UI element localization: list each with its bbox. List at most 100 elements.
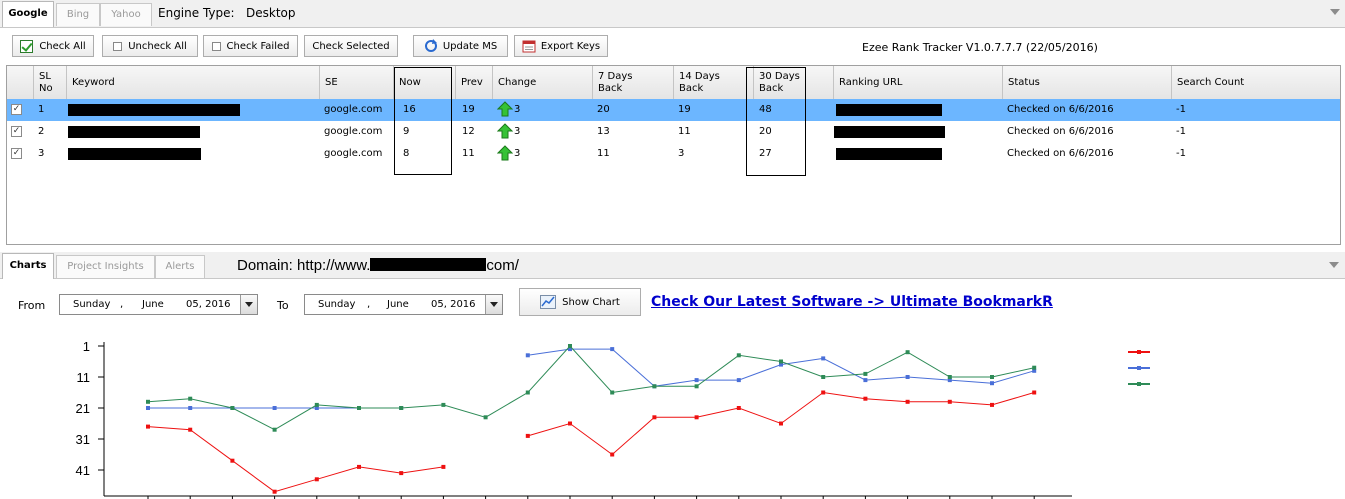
data-point (146, 406, 150, 410)
cell-7-days: 20 (597, 104, 610, 115)
redacted-keyword (68, 126, 200, 138)
cell-status: Checked on 6/6/2016 (1007, 126, 1114, 137)
export-keys-button[interactable]: Export Keys (514, 35, 608, 57)
data-point (357, 464, 361, 469)
data-point (272, 489, 277, 494)
data-point (694, 384, 699, 389)
grid-header: SL No Keyword SE Now Prev Change 7 Days … (7, 66, 1340, 101)
highlight-now-column (394, 67, 452, 175)
change-value: 3 (514, 126, 521, 137)
row-checkbox[interactable]: ✓ (11, 126, 22, 137)
header-keyword[interactable]: Keyword (67, 66, 320, 100)
table-row[interactable]: ✓ 1 google.com 16 19 3 20 19 48 Checked … (7, 99, 1340, 121)
header-change[interactable]: Change (493, 66, 593, 100)
tab-charts[interactable]: Charts (2, 253, 54, 279)
header-search-count[interactable]: Search Count (1172, 66, 1340, 100)
cell-14-days: 11 (678, 126, 691, 137)
data-point (272, 427, 277, 432)
uncheck-all-button[interactable]: Uncheck All (102, 35, 198, 57)
data-point (610, 390, 615, 395)
header-ranking-url[interactable]: Ranking URL (834, 66, 1003, 100)
check-failed-label: Check Failed (226, 40, 290, 52)
show-chart-button[interactable]: Show Chart (519, 288, 641, 316)
data-point (188, 406, 193, 410)
cell-se: google.com (324, 104, 383, 115)
tab-project-insights[interactable]: Project Insights (56, 255, 155, 278)
redacted-url (836, 148, 942, 160)
header-prev[interactable]: Prev (456, 66, 493, 100)
check-selected-button[interactable]: Check Selected (304, 35, 398, 57)
y-tick-label: 31 (76, 432, 90, 447)
table-row[interactable]: ✓ 3 google.com 8 11 3 11 3 27 Checked on… (7, 143, 1340, 165)
cell-search-count: -1 (1176, 104, 1186, 115)
cell-change: 3 (493, 143, 520, 165)
row-checkbox[interactable]: ✓ (11, 104, 22, 115)
domain-prefix: Domain: http://www. (237, 257, 371, 274)
data-point (652, 415, 657, 420)
domain-label: Domain: http://www. com/ (237, 257, 519, 274)
redacted-keyword (68, 148, 201, 160)
cell-prev: 12 (462, 126, 475, 137)
engine-type-value: Desktop (246, 6, 296, 20)
cell-7-days: 11 (597, 148, 610, 159)
keyword-grid[interactable]: SL No Keyword SE Now Prev Change 7 Days … (6, 65, 1341, 245)
data-point (146, 399, 150, 404)
tab-bing[interactable]: Bing (56, 3, 100, 26)
redacted-url (836, 104, 942, 116)
check-all-button[interactable]: Check All (12, 35, 94, 57)
domain-suffix: com/ (486, 257, 519, 274)
legend-marker (1137, 366, 1141, 370)
legend-marker (1137, 382, 1141, 386)
data-point (525, 390, 530, 395)
from-date: 05, 2016 (186, 299, 231, 310)
to-date-picker[interactable]: Sunday , June 05, 2016 (304, 294, 503, 315)
data-point (947, 399, 952, 404)
data-point (610, 452, 615, 457)
panel-collapse-icon[interactable] (1330, 9, 1340, 16)
data-point (652, 384, 657, 389)
legend-marker (1137, 350, 1141, 354)
dropdown-arrow-icon[interactable] (485, 295, 502, 314)
check-failed-button[interactable]: Check Failed (203, 35, 298, 57)
cell-sl: 2 (38, 126, 45, 137)
data-point (990, 381, 994, 386)
header-sl-no[interactable]: SL No (34, 66, 67, 100)
check-selected-label: Check Selected (312, 40, 390, 52)
tab-alerts[interactable]: Alerts (155, 255, 205, 278)
data-point (188, 427, 193, 432)
cell-status: Checked on 6/6/2016 (1007, 104, 1114, 115)
empty-checkbox-icon (211, 41, 221, 51)
data-point (230, 458, 235, 463)
cell-change: 3 (493, 99, 520, 121)
data-point (357, 406, 361, 410)
up-arrow-icon (497, 123, 513, 139)
cell-7-days: 13 (597, 126, 610, 137)
data-point (399, 406, 404, 410)
table-row[interactable]: ✓ 2 google.com 9 12 3 13 11 20 Checked o… (7, 121, 1340, 143)
data-point (610, 347, 615, 352)
update-ms-button[interactable]: Update MS (413, 35, 508, 57)
promo-link[interactable]: Check Our Latest Software -> Ultimate Bo… (651, 294, 1053, 310)
dropdown-arrow-icon[interactable] (240, 295, 257, 314)
header-14-days-back[interactable]: 14 Days Back (674, 66, 754, 100)
engine-type-label: Engine Type: (158, 6, 235, 20)
calendar-export-icon (522, 40, 536, 53)
tab-google[interactable]: Google (2, 1, 54, 27)
header-7-days-back[interactable]: 7 Days Back (593, 66, 674, 100)
redacted-url (834, 126, 945, 138)
data-point (905, 350, 910, 355)
from-date-picker[interactable]: Sunday , June 05, 2016 (59, 294, 258, 315)
chart-panel-collapse-icon[interactable] (1329, 262, 1339, 269)
ranking-line-chart: 111213141 (76, 339, 1150, 499)
y-tick-label: 41 (76, 463, 90, 478)
data-point (990, 375, 994, 379)
header-status[interactable]: Status (1003, 66, 1172, 100)
tab-yahoo[interactable]: Yahoo (100, 3, 152, 26)
refresh-icon (424, 39, 437, 52)
change-value: 3 (514, 148, 521, 159)
series-line (147, 345, 1035, 431)
row-checkbox[interactable]: ✓ (11, 148, 22, 159)
header-se[interactable]: SE (320, 66, 394, 100)
cell-search-count: -1 (1176, 126, 1186, 137)
cell-sl: 3 (38, 148, 45, 159)
